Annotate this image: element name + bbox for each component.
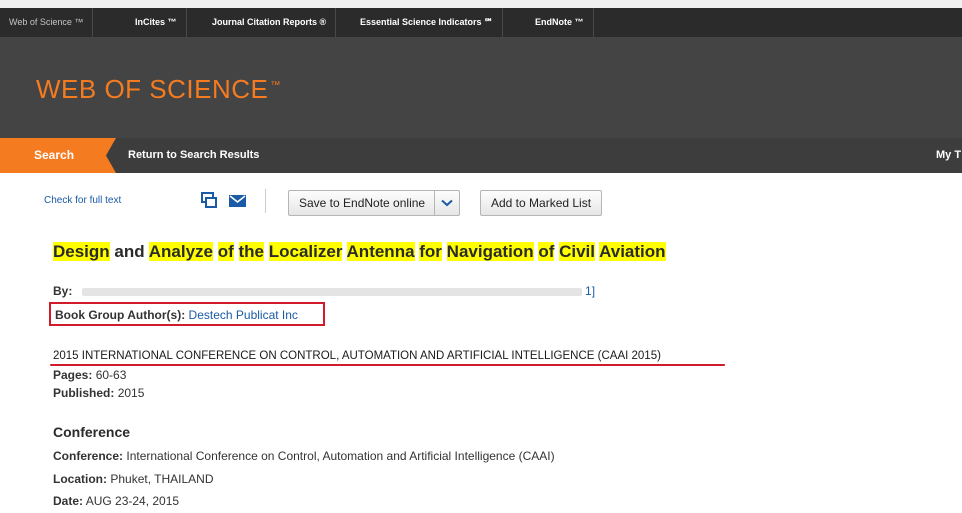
brand-trademark: ™	[270, 80, 281, 91]
product-link-endnote[interactable]: EndNote ™	[526, 8, 594, 37]
product-link-incites[interactable]: InCites ™	[126, 8, 187, 37]
published-line: Published: 2015	[53, 386, 144, 400]
title-text: and	[109, 242, 149, 261]
published-value: 2015	[117, 386, 145, 400]
pages-label: Pages:	[53, 368, 93, 382]
published-label: Published:	[53, 386, 115, 400]
title-highlighted-term: Aviation	[599, 242, 666, 261]
conference-heading: Conference	[53, 424, 131, 440]
title-highlighted-term: Civil	[559, 242, 595, 261]
title-text	[442, 242, 447, 261]
top-strip	[0, 0, 962, 8]
title-text	[342, 242, 346, 261]
record-title: Design and Analyze of the Localizer Ante…	[53, 242, 666, 262]
location-value: Phuket, THAILAND	[110, 472, 214, 486]
book-group-author-line: Book Group Author(s): Destech Publicat I…	[55, 308, 298, 322]
chevron-down-icon	[441, 199, 453, 207]
product-link-web-of-science[interactable]: Web of Science ™	[0, 8, 94, 37]
title-highlighted-term: of	[217, 242, 234, 261]
redacted-authors	[81, 287, 582, 296]
title-highlighted-term: of	[538, 242, 555, 261]
product-link-jcr[interactable]: Journal Citation Reports ®	[203, 8, 337, 37]
save-to-endnote-group: Save to EndNote online	[288, 190, 461, 216]
pages-line: Pages: 60-63	[53, 368, 126, 382]
authors-suffix: 1]	[585, 284, 596, 298]
source-title: 2015 INTERNATIONAL CONFERENCE ON CONTROL…	[53, 350, 661, 362]
date-label: Date:	[53, 494, 84, 508]
title-highlighted-term: the	[238, 242, 264, 261]
date-value: AUG 23-24, 2015	[85, 494, 180, 508]
print-icon[interactable]	[201, 192, 217, 208]
date-line: Date: AUG 23-24, 2015	[53, 494, 179, 508]
conference-label: Conference:	[53, 449, 124, 463]
brand-name: WEB OF SCIENCE	[36, 74, 269, 104]
title-highlighted-term: Antenna	[346, 242, 415, 261]
tab-search-label: Search	[34, 148, 75, 162]
location-line: Location: Phuket, THAILAND	[53, 472, 214, 486]
tab-return-label: Return to Search Results	[128, 149, 260, 161]
add-to-marked-list-button[interactable]: Add to Marked List	[480, 190, 603, 216]
tab-search[interactable]: Search	[0, 138, 116, 173]
title-highlighted-term: Localizer	[268, 242, 343, 261]
title-highlighted-term: Navigation	[446, 242, 534, 261]
tab-my-tools[interactable]: My T	[936, 138, 961, 173]
check-full-text-link[interactable]: Check for full text	[44, 195, 121, 206]
authors-label: By:	[53, 284, 73, 298]
conference-line: Conference: International Conference on …	[53, 449, 555, 463]
save-to-endnote-button[interactable]: Save to EndNote online	[289, 191, 436, 215]
save-options-dropdown[interactable]	[435, 191, 459, 215]
nav-bar: Search Return to Search Results My T	[0, 138, 962, 173]
product-link-esi[interactable]: Essential Science Indicators ℠	[351, 8, 504, 37]
product-bar: Web of Science ™ InCites ™ Journal Citat…	[0, 8, 962, 37]
conference-value: International Conference on Control, Aut…	[126, 449, 555, 463]
toolbar-divider	[265, 189, 266, 213]
tab-return-to-results[interactable]: Return to Search Results	[106, 138, 936, 173]
title-highlighted-term: Design	[53, 242, 110, 261]
location-label: Location:	[53, 472, 107, 486]
book-group-label: Book Group Author(s):	[55, 308, 186, 322]
email-icon[interactable]	[229, 195, 246, 207]
authors-line: By: 1]	[53, 284, 595, 298]
book-group-author-link[interactable]: Destech Publicat Inc	[189, 308, 298, 322]
record-toolbar: Check for full text Save to EndNote onli…	[0, 173, 962, 233]
title-text	[213, 242, 218, 261]
title-text	[234, 242, 239, 261]
annotation-underline	[50, 364, 725, 366]
brand-logo[interactable]: WEB OF SCIENCE ™	[36, 74, 281, 105]
title-highlighted-term: Analyze	[148, 242, 213, 261]
title-highlighted-term: for	[419, 242, 442, 261]
pages-value: 60-63	[95, 368, 127, 382]
